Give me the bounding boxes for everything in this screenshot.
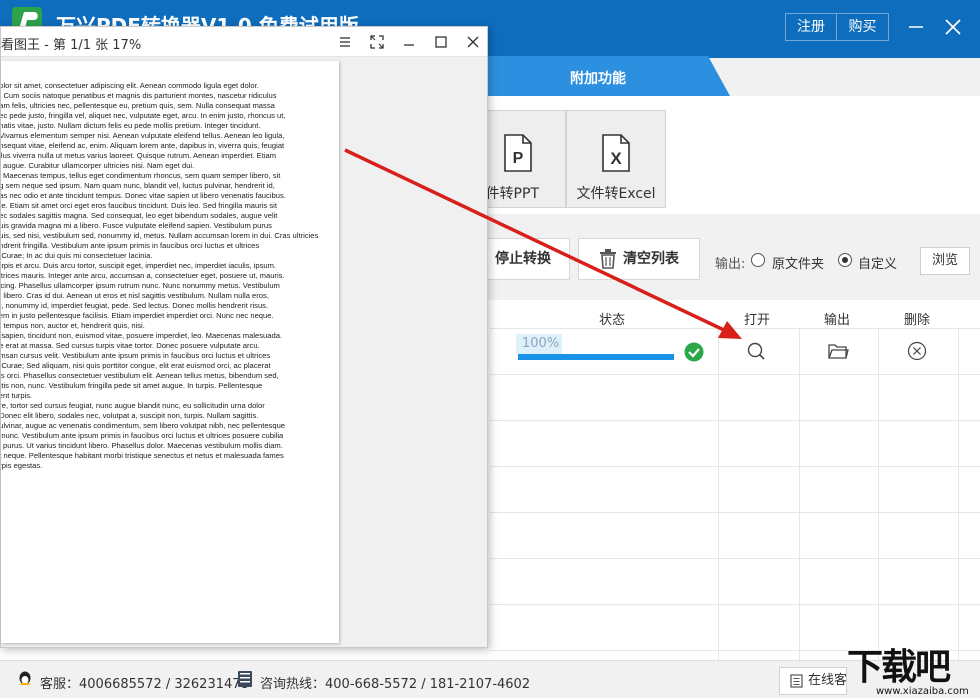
header-status: 状态 bbox=[599, 313, 626, 328]
ppt-file-icon: P bbox=[504, 134, 532, 172]
output-custom-radio[interactable] bbox=[838, 253, 852, 267]
buy-button[interactable]: 购买 bbox=[837, 13, 889, 41]
output-label: 输出: bbox=[715, 257, 746, 272]
page-text-line: quis, sed nisi, vestibulum sed, nonummy … bbox=[1, 231, 319, 240]
page-text-line: ere, tortor sed cursus feugiat, nunc aug… bbox=[1, 401, 265, 410]
browse-button[interactable]: 浏览 bbox=[920, 247, 970, 275]
minimize-icon[interactable] bbox=[903, 14, 929, 40]
watermark-logo-text: 下载吧 bbox=[847, 647, 951, 688]
svg-text:P: P bbox=[513, 150, 524, 167]
hotline-phone-icon bbox=[238, 671, 252, 687]
page-text-line: uam felis, ultricies nec, pellentesque e… bbox=[1, 101, 275, 110]
page-text-line: . Vivamus elementum semper nisi. Aenean … bbox=[1, 131, 285, 140]
document-icon bbox=[790, 674, 803, 688]
page-text-line: el augue. Curabitur ullamcorper ultricie… bbox=[1, 161, 195, 170]
viewer-minimize-icon[interactable] bbox=[402, 35, 416, 49]
open-search-icon[interactable] bbox=[745, 340, 767, 362]
delete-circle-x-icon[interactable] bbox=[906, 340, 928, 362]
page-text-line: id purus. Ut varius tincidunt libero. Ph… bbox=[1, 441, 283, 450]
page-text-line: sem in justo pellentesque facilisis. Eti… bbox=[1, 311, 274, 320]
progress-text: 100% bbox=[516, 334, 562, 354]
file-to-excel-card[interactable]: X 文件转Excel bbox=[566, 110, 666, 208]
page-text-line: uis orci. Phasellus consectetuer vestibu… bbox=[1, 371, 279, 380]
page-text-line: . Donec elit libero, sodales nec, volutp… bbox=[1, 411, 259, 420]
trash-icon bbox=[600, 249, 616, 269]
column-divider bbox=[718, 328, 719, 660]
column-divider bbox=[878, 328, 879, 660]
page-text-line: nec sodales sagittis magna. Sed consequa… bbox=[1, 211, 278, 220]
header-open: 打开 bbox=[744, 313, 771, 328]
page-text-line: nec pede justo, fringilla vel, aliquet n… bbox=[1, 111, 286, 120]
row-divider bbox=[490, 558, 980, 559]
image-viewer-window[interactable]: 看图王 - 第 1/1 张 17% dolor sit amet, consec… bbox=[0, 26, 488, 648]
page-text-line: umsan cursus velit. Vestibulum ante ipsu… bbox=[1, 351, 271, 360]
hotline-text: 咨询热线：400-668-5572 / 181-2107-4602 bbox=[260, 677, 531, 692]
page-text-line: a nunc. Vestibulum ante ipsum primis in … bbox=[1, 431, 284, 440]
svg-text:X: X bbox=[610, 149, 622, 168]
header-delete: 删除 bbox=[904, 313, 931, 328]
page-text-line: iscing. Phasellus ullamcorper ipsum rutr… bbox=[1, 281, 280, 290]
page-text-line: attis non, nunc. Vestibulum fringilla pe… bbox=[1, 381, 263, 390]
page-text-line: turpis et arcu. Duis arcu tortor, suscip… bbox=[1, 261, 277, 270]
output-custom-label[interactable]: 自定义 bbox=[858, 253, 897, 272]
viewer-title: 看图王 - 第 1/1 张 17% bbox=[1, 38, 142, 53]
page-text-line: nas nec odio et ante tincidunt tempus. D… bbox=[1, 191, 286, 200]
output-source-radio[interactable] bbox=[751, 253, 765, 267]
column-divider bbox=[958, 328, 959, 660]
viewer-title-bar[interactable]: 看图王 - 第 1/1 张 17% bbox=[1, 27, 487, 57]
online-service-button[interactable]: 在线客服 bbox=[779, 667, 847, 695]
clear-list-label: 清空列表 bbox=[623, 251, 679, 267]
page-text-line: ng sem neque sed ipsum. Nam quam nunc, b… bbox=[1, 181, 275, 190]
row-divider bbox=[490, 466, 980, 467]
row-divider bbox=[490, 328, 980, 329]
page-text-line: et, nonummy id, imperdiet feugiat, pede.… bbox=[1, 301, 269, 310]
page-text-line: ellus viverra nulla ut metus varius laor… bbox=[1, 151, 277, 160]
output-source-label[interactable]: 原文件夹 bbox=[772, 253, 824, 272]
page-text-line: s. Maecenas tempus, tellus eget condimen… bbox=[1, 171, 281, 180]
page-text-line: enatis vitae, justo. Nullam dictum felis… bbox=[1, 121, 261, 130]
clear-list-button[interactable]: 清空列表 bbox=[578, 238, 700, 280]
page-text-line: onsequat vitae, eleifend ac, enim. Aliqu… bbox=[1, 141, 285, 150]
page-text-line: ut neque. Pellentesque habitant morbi tr… bbox=[1, 451, 284, 460]
tab-extra-functions-label: 附加功能 bbox=[570, 71, 626, 87]
viewer-close-icon[interactable] bbox=[466, 35, 480, 49]
close-icon[interactable] bbox=[940, 14, 966, 40]
page-text-line: ue erat at massa. Sed cursus turpis vita… bbox=[1, 341, 260, 350]
progress-bar-fill bbox=[518, 354, 674, 360]
row-divider bbox=[490, 374, 980, 375]
document-page-preview: dolor sit amet, consectetuer adipiscing … bbox=[1, 61, 339, 643]
column-divider bbox=[799, 328, 800, 660]
page-text-line: sent turpis. bbox=[1, 391, 33, 400]
page-text-line: urpis egestas. bbox=[1, 461, 43, 470]
file-to-excel-label: 文件转Excel bbox=[576, 186, 656, 202]
menu-icon[interactable] bbox=[338, 35, 352, 49]
output-folder-icon[interactable] bbox=[827, 340, 849, 362]
header-output: 输出 bbox=[824, 313, 851, 328]
stop-convert-button[interactable]: 停止转换 bbox=[476, 238, 570, 280]
watermark-url: www.xiazaiba.com bbox=[876, 686, 969, 697]
page-text-line: dolor sit amet, consectetuer adipiscing … bbox=[1, 81, 259, 90]
page-text-line: a sapien, tincidunt non, euismod vitae, … bbox=[1, 331, 283, 340]
page-text-line: a, tempus non, auctor et, hendrerit quis… bbox=[1, 321, 145, 330]
viewer-maximize-icon[interactable] bbox=[434, 35, 448, 49]
register-button[interactable]: 注册 bbox=[785, 13, 837, 41]
fullscreen-icon[interactable] bbox=[370, 35, 384, 49]
page-text-line: m libero. Cras id dui. Aenean ut eros et… bbox=[1, 291, 269, 300]
row-divider bbox=[490, 420, 980, 421]
page-text-line: endrerit fringilla. Vestibulum ante ipsu… bbox=[1, 241, 260, 250]
page-text-line: nte. Etiam sit amet orci eget eros fauci… bbox=[1, 201, 277, 210]
row-divider bbox=[490, 604, 980, 605]
page-text-line: a. Cum sociis natoque penatibus et magni… bbox=[1, 91, 277, 100]
page-text-line: ultrices mauris. Integer ante arcu, accu… bbox=[1, 271, 285, 280]
page-text-line: pulvinar, augue ac venenatis condimentum… bbox=[1, 421, 286, 430]
document-page-text: dolor sit amet, consectetuer adipiscing … bbox=[1, 81, 321, 471]
page-text-line: quis gravida magna mi a libero. Fusce vu… bbox=[1, 221, 272, 230]
excel-file-icon: X bbox=[602, 134, 630, 172]
row-divider bbox=[490, 512, 980, 513]
service-qq-text: 客服：4006685572 / 326231478 bbox=[40, 677, 249, 692]
page-text-line: a Curae; In ac dui quis mi consectetuer … bbox=[1, 251, 153, 260]
qq-penguin-icon bbox=[19, 671, 31, 685]
page-text-line: a Curae; Sed aliquam, nisi quis porttito… bbox=[1, 361, 271, 370]
success-check-icon bbox=[684, 342, 704, 362]
